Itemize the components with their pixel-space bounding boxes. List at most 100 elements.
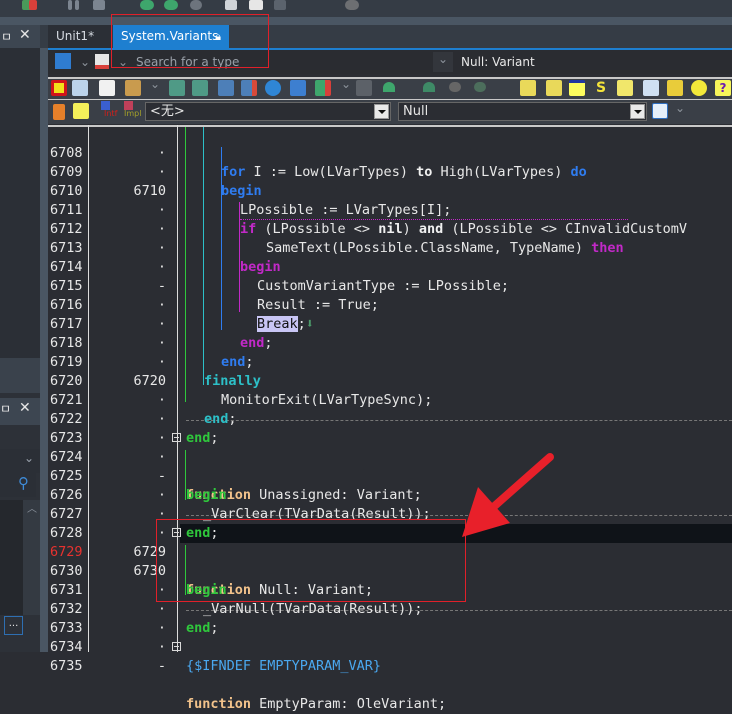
numbers-icon[interactable] [643,80,659,96]
chevron-down-icon: ⌄ [438,52,449,66]
method-selector[interactable]: Null: Variant [461,50,535,74]
implementation-button[interactable]: Impl [124,100,142,120]
add-unit-icon[interactable] [218,80,234,96]
cnpack-toolbar: ⌄ ⌄ S ? i [48,77,732,100]
procedure-combo[interactable]: Null [398,102,647,121]
code-line: 6733 · [0,600,732,636]
help-icon[interactable]: ? [715,80,731,96]
chevron-down-icon[interactable]: ⌄ [675,101,685,115]
code-line: 6717 · end; [0,296,732,351]
trace-icon[interactable] [190,0,202,10]
method-dropdown-button[interactable]: ⌄ [433,52,453,72]
annotation-box-tab [111,14,269,68]
modified-marker: - [157,658,166,674]
code-line: 6719 · finally [0,334,732,389]
info-icon[interactable] [72,80,88,96]
pyramid-icon[interactable] [290,80,306,96]
new-component-icon[interactable] [520,80,536,96]
trace-icon[interactable] [449,82,461,92]
close-icon[interactable]: ✕ [19,27,31,43]
window-list-icon[interactable] [569,80,585,96]
code-line: 6720 6720 MonitorExit(LVarTypeSync); [0,353,732,408]
gear-tool-icon[interactable] [265,80,281,96]
code-line: 6734 · {$IFNDEF EMPTYPARAM_VAR} [0,619,732,674]
compiler-directive: {$IFNDEF EMPTYPARAM_VAR} [186,658,382,674]
chevron-down-icon[interactable]: ⌄ [80,50,90,74]
code-line: 6726 · _VarClear(TVarData(Result)); [0,467,732,522]
ide-main-toolbar [0,0,732,17]
run-to-cursor-icon[interactable] [474,82,486,92]
remove-unit-icon[interactable] [241,80,257,96]
code-line: 6713 · begin [0,220,732,275]
code-line: 6710 6710 LPossible := LVarTypes[I]; [0,163,732,218]
new-item-icon[interactable] [99,80,115,96]
code-line: 6721 · end; [0,372,732,427]
debug-icon[interactable] [29,0,37,10]
window-icon[interactable] [249,0,263,10]
code-line: 6711 · if (LPossible <> nil) and (LPossib… [0,182,732,237]
fold-collapse-icon[interactable] [172,642,181,651]
stop-icon[interactable] [356,80,372,96]
edit-note-icon[interactable] [546,80,562,96]
run-debug-icon[interactable] [315,80,331,96]
unit-file-icon[interactable] [73,103,89,119]
code-line: 6712 · SameText(LPossible.ClassName, Type… [0,201,732,256]
code-line: 6708 · for I := Low(LVarTypes) to High(LV… [0,125,732,180]
arrow-shaft [486,453,554,514]
code-line: 6727 · end; [0,486,732,541]
chevron-down-icon[interactable]: ⌄ [150,77,160,91]
chevron-down-icon[interactable]: ⌄ [341,77,351,91]
structure-view-icon[interactable] [55,53,71,69]
unit-icon[interactable] [95,54,109,69]
layout-icon[interactable] [274,0,286,10]
code-line: 6715- Result := True; [0,258,732,313]
keyword: function [186,696,252,712]
script-icon[interactable]: S [593,80,609,96]
pin-icon[interactable]: ㅁ [1,28,12,45]
procedure-combo-value: Null [403,104,429,119]
code-line: 6716 · Break;⬇ [0,277,732,332]
tab-unit1[interactable]: Unit1* [48,25,112,64]
code-line: 6718 · end; [0,315,732,370]
annotation-arrow-icon [462,453,554,537]
step-over-icon[interactable] [423,82,435,92]
step-into-icon[interactable] [140,0,154,10]
stop-icon[interactable] [93,0,105,10]
pause-icon[interactable] [68,0,72,10]
edit-save-icon[interactable] [192,80,208,96]
annotation-box-code [156,519,466,602]
code-line: 6723 · [0,410,732,446]
code-line: 6724 · function Unassigned: Variant; [0,429,732,503]
open-folder-icon[interactable] [125,80,141,96]
toggle-maximize-icon[interactable] [51,80,67,96]
code-line: 6722 · end; [0,391,732,446]
tab-label: Unit1* [56,29,95,43]
code-line: 6714 · CustomVariantType := LPossible; [0,239,732,294]
line-number: 6735 [50,658,83,674]
settings-icon[interactable] [691,80,707,96]
code-line: 6725- begin [0,448,732,503]
copy-icon[interactable] [225,0,237,10]
save-icon[interactable] [169,80,185,96]
align-text-icon[interactable] [652,103,668,119]
impl-label: Impl [124,109,142,118]
dock-strip [0,17,732,25]
fold-collapse-icon[interactable] [172,433,181,442]
globe-icon[interactable] [345,0,359,10]
dropdown-arrow-icon[interactable] [374,104,389,119]
step-icon[interactable] [383,82,395,92]
class-combo-value: <无> [150,104,185,119]
code-line: 6735 - function EmptyParam: OleVariant; [0,638,732,712]
pause-icon-bar [75,0,79,10]
structure-icon[interactable] [53,104,65,120]
interface-button[interactable]: Intf [101,100,119,120]
step-over-icon[interactable] [164,0,178,10]
panel-header: ㅁ ✕ [0,25,40,48]
file-swap-icon[interactable] [617,80,633,96]
code-text: EmptyParam: OleVariant; [251,696,447,712]
class-combo[interactable]: <无> [145,102,391,121]
code-line: 6709 · begin [0,144,732,199]
code-editor-icon[interactable] [667,80,683,96]
procedure-list-bar: Intf Impl <无> Null ⌄ [48,100,732,124]
dropdown-arrow-icon[interactable] [630,104,645,119]
